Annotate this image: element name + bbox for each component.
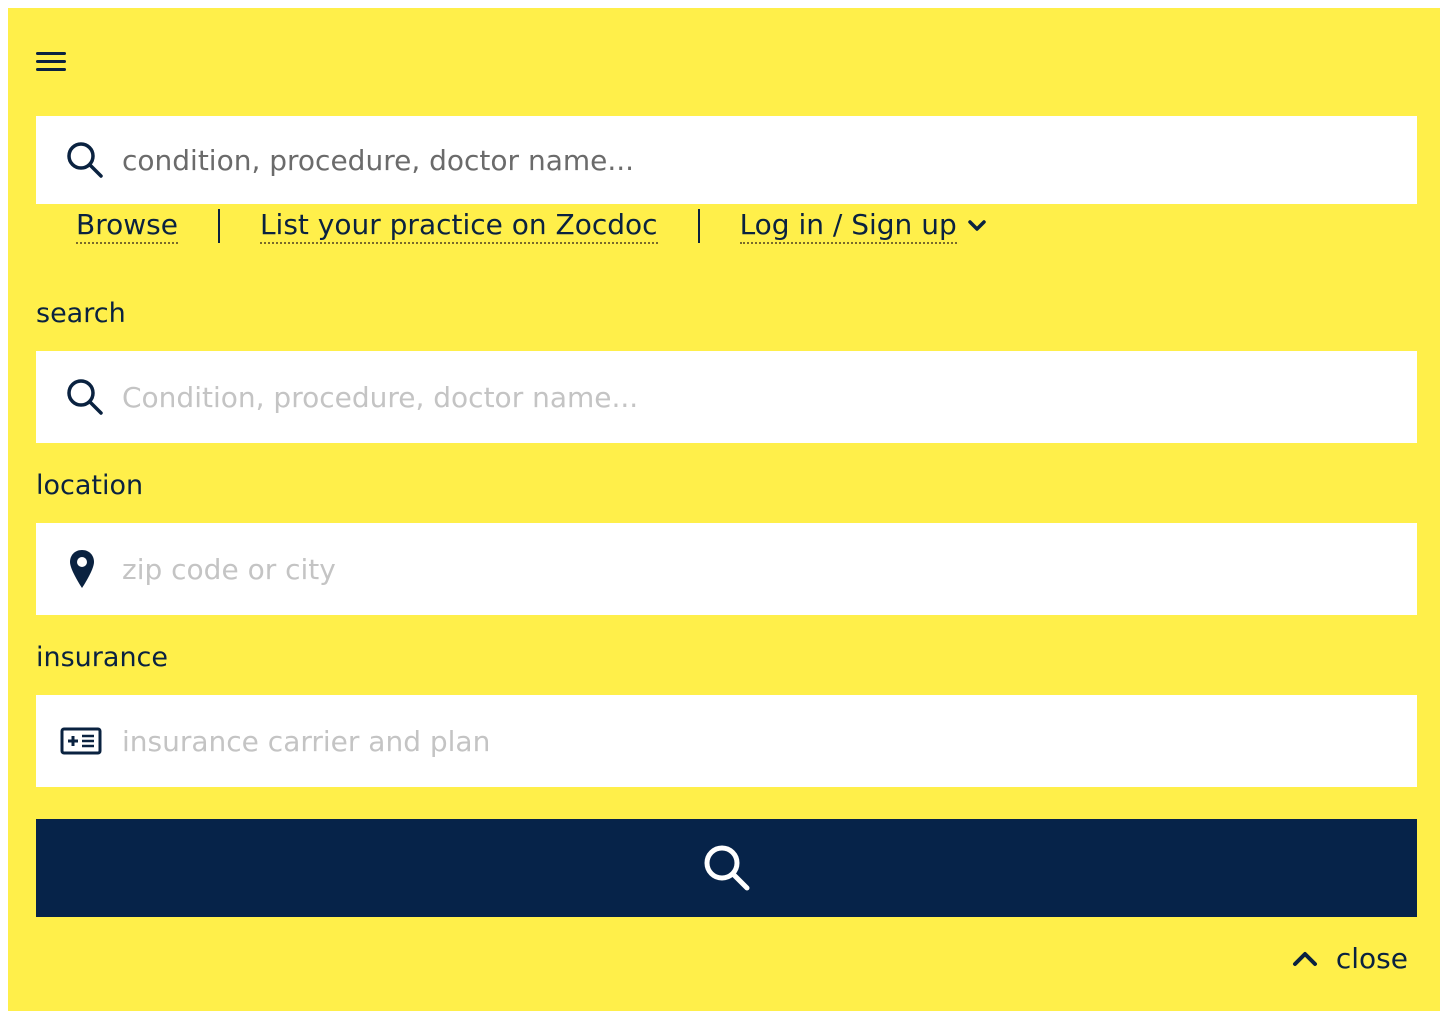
header-search-input[interactable] xyxy=(120,116,1397,204)
chevron-down-icon xyxy=(967,220,986,231)
insurance-label: insurance xyxy=(36,642,169,673)
login-signup-link[interactable]: Log in / Sign up xyxy=(739,208,957,244)
location-input[interactable] xyxy=(120,523,1397,615)
header-search-bar xyxy=(36,116,1417,204)
search-icon xyxy=(704,845,749,891)
nav-divider xyxy=(217,209,220,243)
location-field xyxy=(36,523,1417,615)
search-field xyxy=(36,351,1417,443)
search-label: search xyxy=(36,298,126,329)
chevron-up-icon xyxy=(1292,952,1317,966)
login-signup-menu[interactable]: Log in / Sign up xyxy=(739,208,987,244)
close-label: close xyxy=(1335,941,1408,975)
close-button[interactable]: close xyxy=(1292,938,1408,978)
list-practice-link[interactable]: List your practice on Zocdoc xyxy=(259,208,658,244)
location-pin-icon xyxy=(68,548,96,590)
search-input[interactable] xyxy=(120,351,1397,443)
search-panel: Browse List your practice on Zocdoc Log … xyxy=(8,8,1440,1011)
top-nav: Browse List your practice on Zocdoc Log … xyxy=(76,204,987,248)
submit-search-button[interactable] xyxy=(36,819,1417,917)
search-icon xyxy=(66,378,104,416)
insurance-card-icon xyxy=(60,726,102,756)
menu-icon[interactable] xyxy=(36,48,68,76)
insurance-input[interactable] xyxy=(120,695,1397,787)
insurance-field xyxy=(36,695,1417,787)
location-label: location xyxy=(36,470,144,501)
browse-link[interactable]: Browse xyxy=(76,208,178,244)
search-icon xyxy=(66,141,104,179)
nav-divider xyxy=(697,209,700,243)
